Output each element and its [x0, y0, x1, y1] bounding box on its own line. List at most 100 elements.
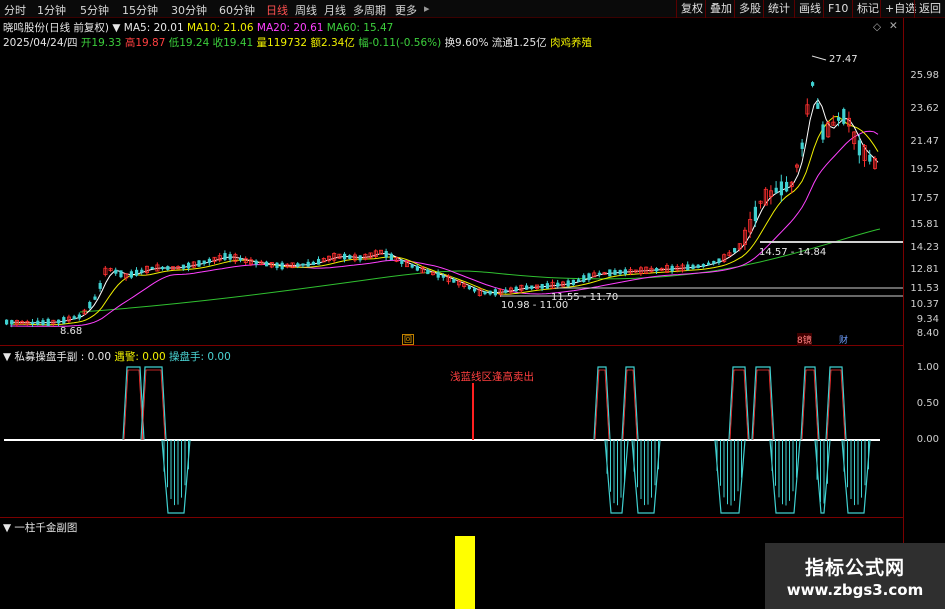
indicator2-name[interactable]: 一柱千金副图 — [14, 522, 77, 534]
watermark-logo: 指标公式网 www.zbgs3.com — [765, 543, 945, 609]
price-tick: 23.62 — [910, 103, 939, 114]
price-tick: 17.57 — [910, 193, 939, 204]
candle-body — [114, 269, 118, 274]
candle-body — [93, 296, 97, 300]
indicator-trough — [714, 439, 746, 514]
volume-badge[interactable]: 8镜 — [797, 333, 812, 346]
panel-divider — [0, 345, 903, 346]
price-tick: 12.81 — [910, 264, 939, 275]
indicator-peak — [593, 366, 611, 441]
candle-body — [306, 261, 310, 267]
candle-body — [5, 319, 9, 325]
candle-body — [426, 269, 430, 275]
candle-body — [623, 269, 627, 275]
signal-column — [455, 536, 475, 609]
candle-body — [774, 187, 778, 193]
candle-body — [135, 269, 139, 276]
candle-body — [62, 317, 66, 324]
candle-body — [296, 263, 300, 267]
candle-body — [696, 264, 700, 268]
candle-body — [785, 181, 789, 192]
candle-body — [389, 253, 393, 261]
candle-body — [77, 314, 81, 319]
candle-body — [46, 318, 50, 326]
candle-body — [150, 266, 154, 270]
candle-body — [613, 270, 617, 275]
range-label: 11.55 - 11.70 — [551, 292, 619, 303]
candle-body — [343, 253, 347, 260]
indicator-tick: 0.50 — [916, 398, 939, 409]
candle-body — [618, 269, 622, 275]
indicator1-name[interactable]: 私募操盘手副 — [14, 351, 77, 363]
price-tick: 14.23 — [910, 242, 939, 253]
price-tick: 8.40 — [916, 328, 939, 339]
candle-body — [530, 285, 534, 289]
candle-body — [540, 283, 544, 289]
indicator-peak — [140, 366, 167, 441]
candle-body — [493, 289, 497, 296]
candle-body — [837, 117, 841, 121]
candle-body — [473, 288, 477, 292]
indicator-trough — [161, 439, 191, 514]
candle-body — [410, 264, 414, 268]
candle-body — [504, 289, 508, 293]
candle-body — [800, 142, 804, 149]
watermark-url: www.zbgs3.com — [786, 581, 924, 599]
candle-body — [311, 261, 315, 265]
candle-body — [31, 321, 35, 325]
indicator-peak — [141, 369, 166, 441]
candle-body — [72, 316, 76, 320]
price-tick: 25.98 — [910, 70, 939, 81]
indicator-trough — [769, 439, 801, 514]
finance-badge[interactable]: 财 — [839, 333, 848, 346]
ma20-line — [10, 130, 879, 327]
candle-body — [358, 255, 362, 261]
candle-body — [701, 264, 705, 267]
candle-body — [384, 250, 388, 258]
candle-body — [317, 258, 321, 265]
candle-body — [733, 248, 737, 253]
candle-body — [88, 301, 92, 309]
candle-body — [166, 266, 170, 270]
trader-label: 操盘手: — [169, 351, 205, 363]
candle-body — [717, 258, 721, 264]
trader-value: 0.00 — [207, 351, 231, 363]
candle-body — [452, 279, 456, 283]
event-marker[interactable]: 回 — [402, 334, 414, 345]
candle-body — [265, 261, 269, 267]
alert-label: 遇警: — [114, 351, 139, 363]
alert-value: 0.00 — [142, 351, 166, 363]
price-tick: 10.37 — [910, 299, 939, 310]
candle-body — [670, 265, 674, 272]
indicator-trough — [841, 439, 871, 514]
candle-body — [566, 280, 570, 287]
candle-body — [10, 319, 14, 325]
price-tick: 9.34 — [916, 314, 939, 325]
candle-body — [816, 103, 820, 109]
collapse-icon[interactable]: ▼ — [3, 351, 11, 363]
candle-body — [41, 320, 45, 325]
candle-body — [821, 124, 825, 140]
indicator-peak — [621, 366, 639, 441]
candle-body — [811, 82, 815, 86]
range-label: 14.57 - 14.84 — [759, 247, 827, 258]
price-tick: 19.52 — [910, 164, 939, 175]
candle-body — [436, 272, 440, 278]
candle-body — [514, 286, 518, 292]
candle-body — [400, 260, 404, 264]
candle-body — [275, 262, 279, 269]
indicator1-header: ▼ 私募操盘手副 : 0.00 遇警: 0.00 操盘手: 0.00 — [3, 349, 231, 364]
indicator-peak — [752, 369, 774, 441]
candle-body — [348, 255, 352, 259]
candle-body — [119, 270, 123, 278]
peak-pointer — [811, 55, 827, 61]
candle-body — [239, 258, 243, 261]
candle-body — [207, 258, 211, 263]
candle-body — [525, 285, 529, 290]
candle-body — [571, 279, 575, 285]
candle-body — [415, 266, 419, 271]
candle-body — [691, 264, 695, 269]
collapse-icon[interactable]: ▼ — [3, 522, 11, 534]
indicator1-value: : 0.00 — [80, 351, 112, 363]
peak-price-label: 27.47 — [829, 54, 858, 65]
